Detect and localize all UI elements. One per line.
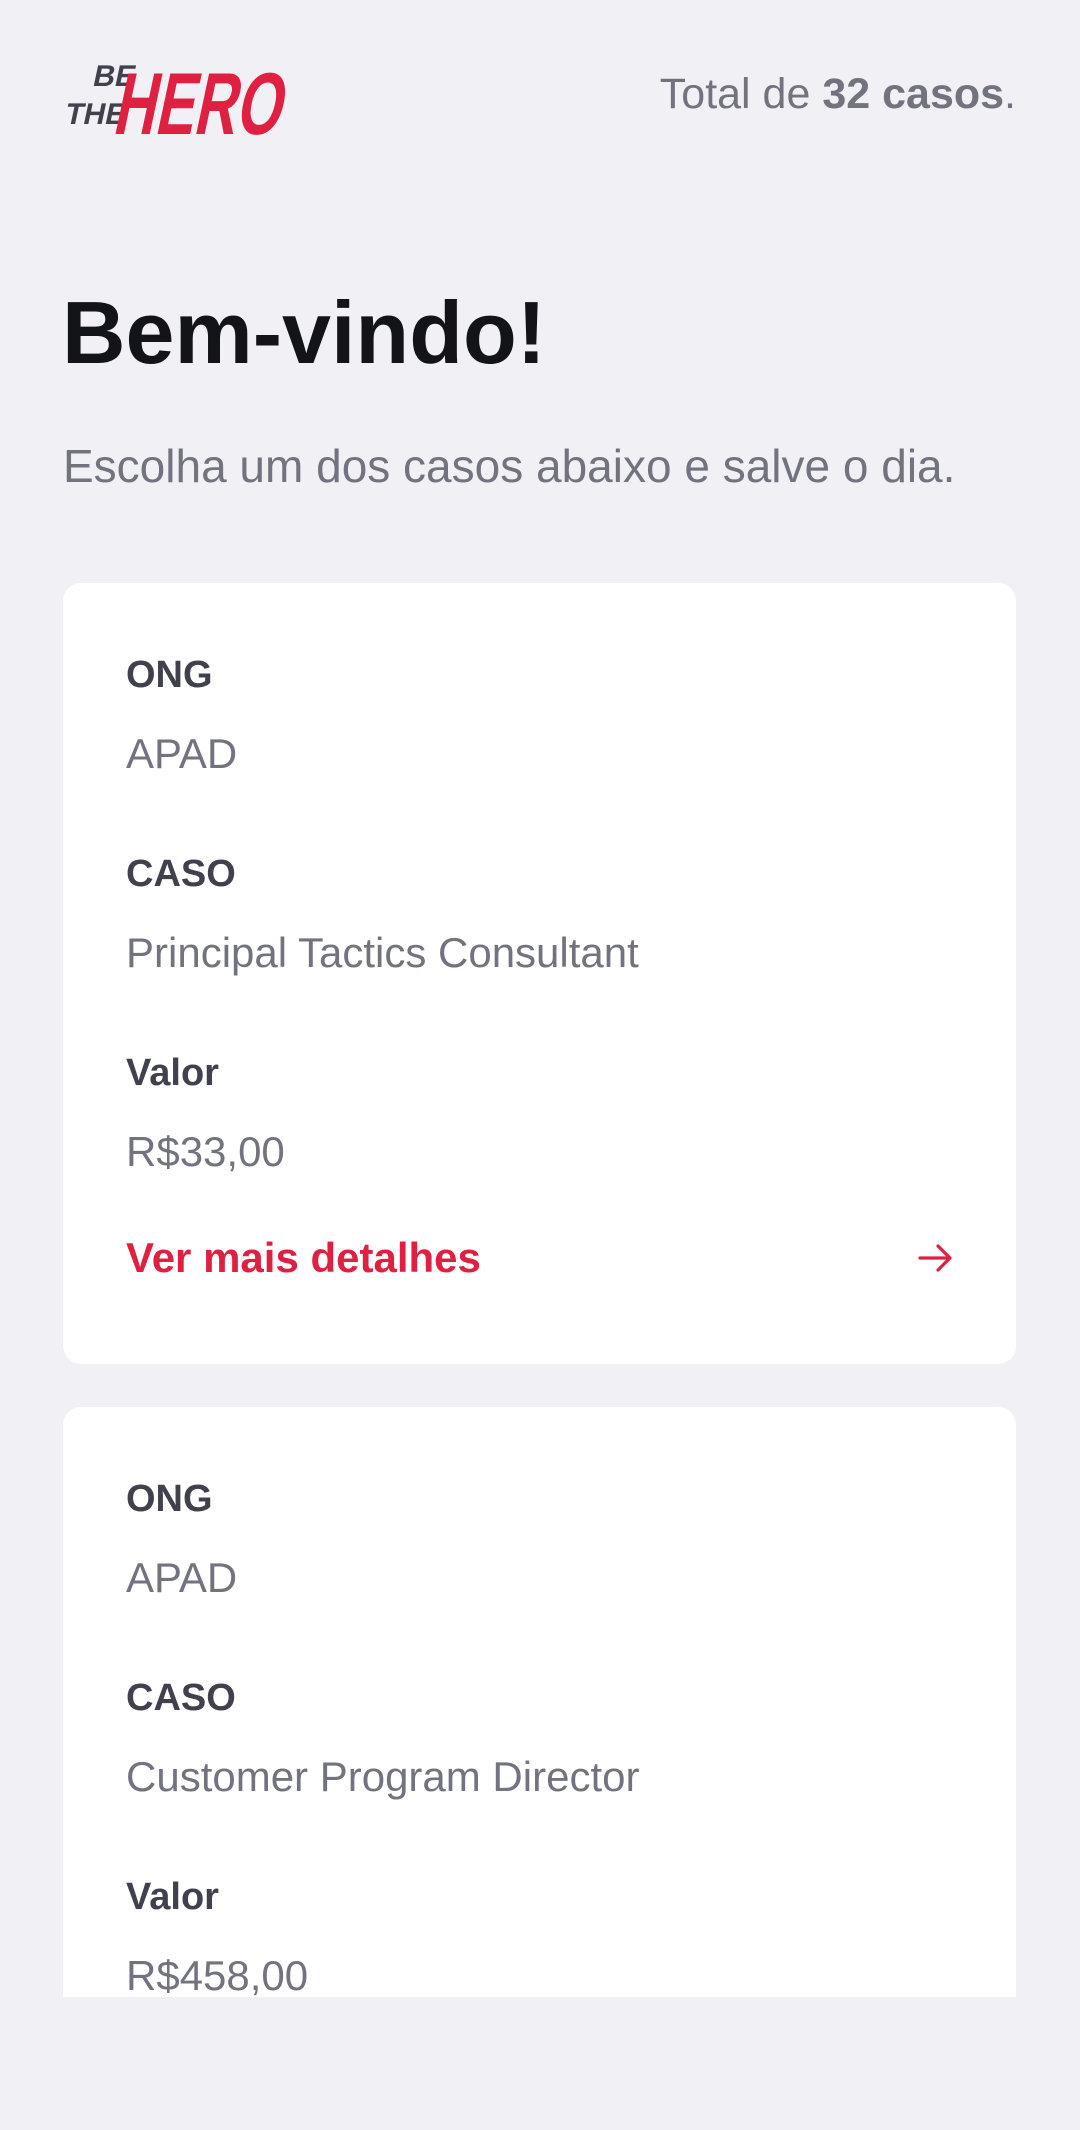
total-prefix: Total de (659, 70, 823, 118)
amount-label: Valor (126, 1876, 219, 1918)
case-label: CASO (126, 1677, 236, 1719)
page-description: Escolha um dos casos abaixo e salve o di… (63, 440, 956, 492)
case-value: Principal Tactics Consultant (126, 929, 639, 976)
page-title: Bem-vindo! (62, 283, 546, 382)
view-details-button[interactable]: Ver mais detalhes (126, 1228, 956, 1288)
total-count: 32 casos (822, 70, 1005, 118)
ong-label: ONG (126, 1478, 213, 1520)
app-header: BE THE HERO Total de 32 casos. (0, 0, 1080, 190)
ong-value: APAD (126, 730, 238, 777)
incident-list[interactable]: ONG APAD CASO Principal Tactics Consulta… (0, 583, 1080, 1997)
incident-card: ONG APAD CASO Principal Tactics Consulta… (63, 583, 1016, 1364)
incident-card: ONG APAD CASO Customer Program Director … (63, 1407, 1016, 1997)
ong-label: ONG (126, 654, 213, 696)
ong-value: APAD (126, 1554, 238, 1601)
total-cases-text: Total de 32 casos. (660, 68, 1016, 120)
view-details-label: Ver mais detalhes (126, 1234, 481, 1281)
arrow-right-icon (918, 1244, 952, 1272)
amount-value: R$33,00 (126, 1128, 285, 1175)
total-suffix: . (1004, 70, 1016, 118)
amount-value: R$458,00 (126, 1952, 309, 1997)
amount-label: Valor (126, 1052, 219, 1094)
case-value: Customer Program Director (126, 1753, 640, 1800)
be-the-hero-logo: BE THE HERO (62, 54, 297, 148)
logo-hero-text: HERO (108, 54, 297, 148)
case-label: CASO (126, 853, 236, 895)
